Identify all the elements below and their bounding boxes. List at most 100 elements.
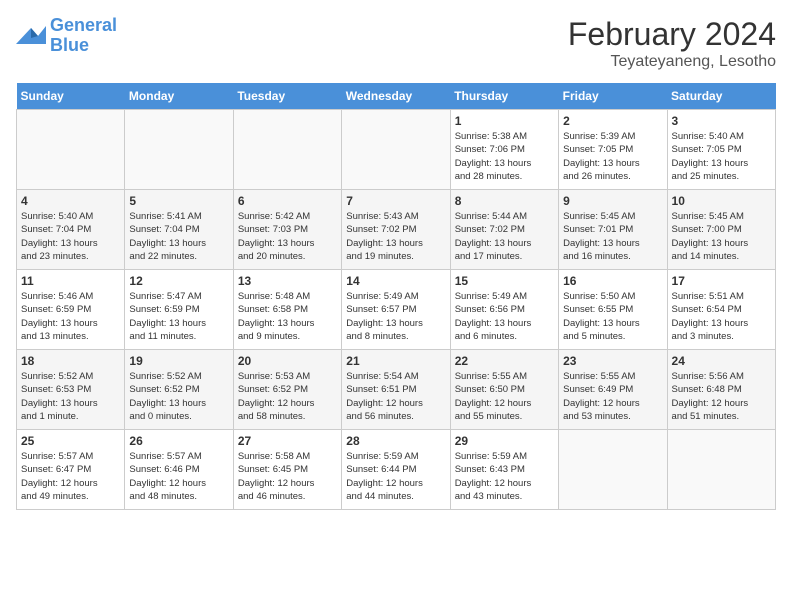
day-info: Sunrise: 5:43 AM Sunset: 7:02 PM Dayligh… bbox=[346, 210, 445, 263]
day-number: 6 bbox=[238, 194, 337, 208]
day-number: 7 bbox=[346, 194, 445, 208]
day-header-saturday: Saturday bbox=[667, 83, 775, 110]
page-header: General Blue February 2024 Teyateyaneng,… bbox=[16, 16, 776, 71]
day-info: Sunrise: 5:52 AM Sunset: 6:52 PM Dayligh… bbox=[129, 370, 228, 423]
day-info: Sunrise: 5:58 AM Sunset: 6:45 PM Dayligh… bbox=[238, 450, 337, 503]
day-info: Sunrise: 5:40 AM Sunset: 7:05 PM Dayligh… bbox=[672, 130, 771, 183]
calendar-cell: 20 Sunrise: 5:53 AM Sunset: 6:52 PM Dayli… bbox=[233, 350, 341, 430]
day-number: 5 bbox=[129, 194, 228, 208]
day-number: 8 bbox=[455, 194, 554, 208]
day-number: 11 bbox=[21, 274, 120, 288]
calendar-cell: 13 Sunrise: 5:48 AM Sunset: 6:58 PM Dayli… bbox=[233, 270, 341, 350]
day-info: Sunrise: 5:49 AM Sunset: 6:57 PM Dayligh… bbox=[346, 290, 445, 343]
day-number: 22 bbox=[455, 354, 554, 368]
calendar-cell: 6 Sunrise: 5:42 AM Sunset: 7:03 PM Daylig… bbox=[233, 190, 341, 270]
day-number: 28 bbox=[346, 434, 445, 448]
day-number: 12 bbox=[129, 274, 228, 288]
calendar-cell: 12Sunrise: 5:47 AM Sunset: 6:59 PM Dayli… bbox=[125, 270, 233, 350]
day-number: 19 bbox=[129, 354, 228, 368]
day-header-wednesday: Wednesday bbox=[342, 83, 450, 110]
day-number: 10 bbox=[672, 194, 771, 208]
day-number: 2 bbox=[563, 114, 662, 128]
calendar-cell bbox=[125, 110, 233, 190]
day-header-monday: Monday bbox=[125, 83, 233, 110]
calendar-week-row: 11 Sunrise: 5:46 AM Sunset: 6:59 PM Dayli… bbox=[17, 270, 776, 350]
calendar-cell: 25 Sunrise: 5:57 AM Sunset: 6:47 PM Dayli… bbox=[17, 430, 125, 510]
calendar-week-row: 1Sunrise: 5:38 AM Sunset: 7:06 PM Daylig… bbox=[17, 110, 776, 190]
day-number: 4 bbox=[21, 194, 120, 208]
day-number: 9 bbox=[563, 194, 662, 208]
calendar-cell: 15 Sunrise: 5:49 AM Sunset: 6:56 PM Dayli… bbox=[450, 270, 558, 350]
calendar-cell: 5 Sunrise: 5:41 AM Sunset: 7:04 PM Daylig… bbox=[125, 190, 233, 270]
calendar-cell: 17 Sunrise: 5:51 AM Sunset: 6:54 PM Dayli… bbox=[667, 270, 775, 350]
calendar-cell: 28Sunrise: 5:59 AM Sunset: 6:44 PM Dayli… bbox=[342, 430, 450, 510]
day-info: Sunrise: 5:57 AM Sunset: 6:47 PM Dayligh… bbox=[21, 450, 120, 503]
day-number: 17 bbox=[672, 274, 771, 288]
calendar-week-row: 4Sunrise: 5:40 AM Sunset: 7:04 PM Daylig… bbox=[17, 190, 776, 270]
title-block: February 2024 Teyateyaneng, Lesotho bbox=[568, 16, 776, 71]
calendar-cell: 22 Sunrise: 5:55 AM Sunset: 6:50 PM Dayli… bbox=[450, 350, 558, 430]
calendar-cell: 8 Sunrise: 5:44 AM Sunset: 7:02 PM Daylig… bbox=[450, 190, 558, 270]
calendar-cell: 18 Sunrise: 5:52 AM Sunset: 6:53 PM Dayli… bbox=[17, 350, 125, 430]
day-info: Sunrise: 5:48 AM Sunset: 6:58 PM Dayligh… bbox=[238, 290, 337, 343]
day-info: Sunrise: 5:59 AM Sunset: 6:43 PM Dayligh… bbox=[455, 450, 554, 503]
day-info: Sunrise: 5:55 AM Sunset: 6:50 PM Dayligh… bbox=[455, 370, 554, 423]
day-header-tuesday: Tuesday bbox=[233, 83, 341, 110]
calendar-cell bbox=[17, 110, 125, 190]
day-info: Sunrise: 5:57 AM Sunset: 6:46 PM Dayligh… bbox=[129, 450, 228, 503]
calendar-cell: 27 Sunrise: 5:58 AM Sunset: 6:45 PM Dayli… bbox=[233, 430, 341, 510]
calendar-cell: 19 Sunrise: 5:52 AM Sunset: 6:52 PM Dayli… bbox=[125, 350, 233, 430]
calendar-cell: 11 Sunrise: 5:46 AM Sunset: 6:59 PM Dayli… bbox=[17, 270, 125, 350]
day-info: Sunrise: 5:53 AM Sunset: 6:52 PM Dayligh… bbox=[238, 370, 337, 423]
calendar-cell: 7 Sunrise: 5:43 AM Sunset: 7:02 PM Daylig… bbox=[342, 190, 450, 270]
calendar-cell bbox=[342, 110, 450, 190]
day-info: Sunrise: 5:46 AM Sunset: 6:59 PM Dayligh… bbox=[21, 290, 120, 343]
logo-icon bbox=[16, 24, 46, 48]
month-title: February 2024 bbox=[568, 16, 776, 53]
day-number: 25 bbox=[21, 434, 120, 448]
day-info: Sunrise: 5:52 AM Sunset: 6:53 PM Dayligh… bbox=[21, 370, 120, 423]
logo-blue: Blue bbox=[50, 35, 89, 55]
day-number: 21 bbox=[346, 354, 445, 368]
calendar-cell bbox=[667, 430, 775, 510]
day-info: Sunrise: 5:41 AM Sunset: 7:04 PM Dayligh… bbox=[129, 210, 228, 263]
day-info: Sunrise: 5:49 AM Sunset: 6:56 PM Dayligh… bbox=[455, 290, 554, 343]
calendar-cell: 23Sunrise: 5:55 AM Sunset: 6:49 PM Dayli… bbox=[559, 350, 667, 430]
calendar-week-row: 25 Sunrise: 5:57 AM Sunset: 6:47 PM Dayli… bbox=[17, 430, 776, 510]
days-header-row: SundayMondayTuesdayWednesdayThursdayFrid… bbox=[17, 83, 776, 110]
calendar-cell: 14 Sunrise: 5:49 AM Sunset: 6:57 PM Dayli… bbox=[342, 270, 450, 350]
day-info: Sunrise: 5:42 AM Sunset: 7:03 PM Dayligh… bbox=[238, 210, 337, 263]
day-number: 14 bbox=[346, 274, 445, 288]
day-info: Sunrise: 5:51 AM Sunset: 6:54 PM Dayligh… bbox=[672, 290, 771, 343]
day-number: 15 bbox=[455, 274, 554, 288]
location-title: Teyateyaneng, Lesotho bbox=[568, 53, 776, 71]
day-info: Sunrise: 5:56 AM Sunset: 6:48 PM Dayligh… bbox=[672, 370, 771, 423]
day-number: 1 bbox=[455, 114, 554, 128]
calendar-cell: 3Sunrise: 5:40 AM Sunset: 7:05 PM Daylig… bbox=[667, 110, 775, 190]
calendar-cell: 26 Sunrise: 5:57 AM Sunset: 6:46 PM Dayli… bbox=[125, 430, 233, 510]
day-info: Sunrise: 5:54 AM Sunset: 6:51 PM Dayligh… bbox=[346, 370, 445, 423]
day-number: 18 bbox=[21, 354, 120, 368]
day-info: Sunrise: 5:50 AM Sunset: 6:55 PM Dayligh… bbox=[563, 290, 662, 343]
day-number: 26 bbox=[129, 434, 228, 448]
day-header-sunday: Sunday bbox=[17, 83, 125, 110]
day-info: Sunrise: 5:45 AM Sunset: 7:01 PM Dayligh… bbox=[563, 210, 662, 263]
logo-text: General Blue bbox=[50, 16, 117, 56]
day-number: 20 bbox=[238, 354, 337, 368]
day-header-thursday: Thursday bbox=[450, 83, 558, 110]
logo: General Blue bbox=[16, 16, 117, 56]
calendar-cell: 1Sunrise: 5:38 AM Sunset: 7:06 PM Daylig… bbox=[450, 110, 558, 190]
calendar-cell bbox=[559, 430, 667, 510]
calendar-cell: 21 Sunrise: 5:54 AM Sunset: 6:51 PM Dayli… bbox=[342, 350, 450, 430]
calendar-table: SundayMondayTuesdayWednesdayThursdayFrid… bbox=[16, 83, 776, 510]
calendar-week-row: 18 Sunrise: 5:52 AM Sunset: 6:53 PM Dayli… bbox=[17, 350, 776, 430]
day-number: 13 bbox=[238, 274, 337, 288]
calendar-cell: 9 Sunrise: 5:45 AM Sunset: 7:01 PM Daylig… bbox=[559, 190, 667, 270]
calendar-cell: 4Sunrise: 5:40 AM Sunset: 7:04 PM Daylig… bbox=[17, 190, 125, 270]
calendar-cell: 16 Sunrise: 5:50 AM Sunset: 6:55 PM Dayli… bbox=[559, 270, 667, 350]
logo-general: General bbox=[50, 15, 117, 35]
day-number: 27 bbox=[238, 434, 337, 448]
day-number: 16 bbox=[563, 274, 662, 288]
day-number: 29 bbox=[455, 434, 554, 448]
day-info: Sunrise: 5:44 AM Sunset: 7:02 PM Dayligh… bbox=[455, 210, 554, 263]
